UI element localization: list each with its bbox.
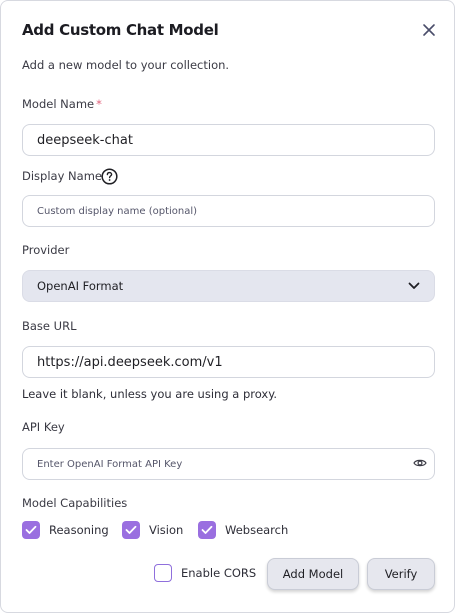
base-url-hint: Leave it blank, unless you are using a p… [22,387,278,401]
model-name-label: Model Name * [22,97,102,111]
model-capabilities-label: Model Capabilities [22,496,128,510]
api-key-input[interactable] [22,448,435,480]
provider-selected-value: OpenAI Format [37,279,124,293]
dialog-title: Add Custom Chat Model [22,21,219,39]
base-url-label: Base URL [22,319,77,333]
capability-websearch[interactable]: Websearch [198,521,288,539]
check-icon [201,525,213,534]
enable-cors-label: Enable CORS [181,566,257,580]
base-url-input[interactable] [22,346,435,378]
api-key-label: API Key [22,420,65,434]
help-icon[interactable] [101,168,118,185]
capability-vision[interactable]: Vision [122,521,183,539]
provider-select[interactable]: OpenAI Format [22,270,435,302]
required-mark: * [96,97,102,111]
display-name-input[interactable] [22,195,435,227]
display-name-label: Display Name [22,169,102,183]
eye-icon[interactable] [413,456,427,470]
websearch-label: Websearch [225,523,289,537]
verify-button[interactable]: Verify [367,558,435,590]
reasoning-checkbox[interactable] [22,521,40,539]
websearch-checkbox[interactable] [198,521,216,539]
enable-cors-checkbox[interactable] [154,564,172,582]
dialog-subtitle: Add a new model to your collection. [22,58,230,72]
model-name-input[interactable] [22,124,435,156]
vision-label: Vision [149,523,184,537]
check-icon [25,525,37,534]
close-icon[interactable] [420,21,438,39]
provider-label: Provider [22,243,70,257]
model-name-label-text: Model Name [22,97,95,111]
reasoning-label: Reasoning [49,523,109,537]
chevron-down-icon [408,282,420,289]
check-icon [125,525,137,534]
capability-reasoning[interactable]: Reasoning [22,521,109,539]
add-custom-chat-model-dialog: Add Custom Chat Model Add a new model to… [0,0,455,613]
add-model-button[interactable]: Add Model [267,558,359,590]
enable-cors-toggle[interactable]: Enable CORS [154,564,256,582]
vision-checkbox[interactable] [122,521,140,539]
